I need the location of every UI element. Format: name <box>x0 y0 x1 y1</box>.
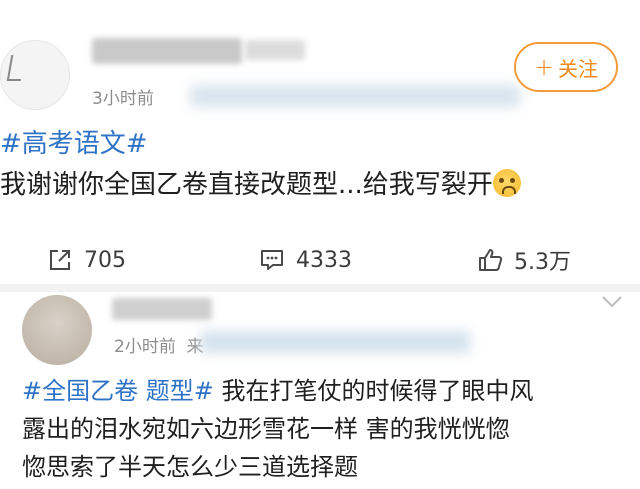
divider <box>0 284 640 292</box>
comment-count: 4333 <box>296 247 352 273</box>
hashtag-link[interactable]: #高考语文# <box>0 129 148 159</box>
crying-laughing-emoji-icon <box>492 169 521 197</box>
like-button[interactable]: 5.3万 <box>476 236 571 284</box>
thumbs-up-icon <box>479 249 503 271</box>
comment-hashtag-1[interactable]: #全国乙卷 <box>22 377 138 405</box>
username-blurred[interactable] <box>92 38 242 64</box>
comment-icon <box>261 250 283 270</box>
weibo-post: 3小时前 + 关注 #高考语文# 我谢谢你全国乙卷直接改题型...给我写裂开 7… <box>0 0 640 284</box>
comment-avatar[interactable] <box>22 295 92 365</box>
chevron-down-icon[interactable] <box>600 294 624 310</box>
comment-line-3: 惚思索了半天怎么少三道选择题 <box>22 453 358 481</box>
post-time: 3小时前 <box>92 89 154 109</box>
comment-source-blurred <box>200 331 470 353</box>
avatar[interactable] <box>0 40 70 110</box>
comment-text-1: 我在打笔仗的时候得了眼中风 <box>213 377 534 405</box>
plus-icon: + <box>533 53 555 81</box>
post-body: 我谢谢你全国乙卷直接改题型...给我写裂开 <box>0 170 493 200</box>
comment-line-2: 露出的泪水宛如六边形雪花一样 害的我恍恍惚 <box>22 415 510 443</box>
username-badge-blurred <box>245 40 305 60</box>
comment-button[interactable]: 4333 <box>258 236 352 284</box>
share-icon <box>50 250 70 270</box>
share-button[interactable]: 705 <box>46 236 126 284</box>
share-count: 705 <box>84 247 126 273</box>
follow-button[interactable]: + 关注 <box>514 42 618 92</box>
comment-time: 2小时前 来 <box>114 337 204 357</box>
post-text: 我谢谢你全国乙卷直接改题型...给我写裂开 <box>0 165 521 205</box>
comment-hashtag-2[interactable]: 题型# <box>146 377 214 405</box>
follow-label: 关注 <box>558 56 599 81</box>
post-hashtag-line: #高考语文# <box>0 124 148 164</box>
post-source-blurred <box>190 85 520 107</box>
comment-username-blurred[interactable] <box>112 298 212 320</box>
post-action-bar: 705 4333 5.3万 <box>0 236 640 284</box>
comment-line-1: #全国乙卷 题型# 我在打笔仗的时候得了眼中风 <box>22 372 534 410</box>
like-count: 5.3万 <box>514 250 571 275</box>
